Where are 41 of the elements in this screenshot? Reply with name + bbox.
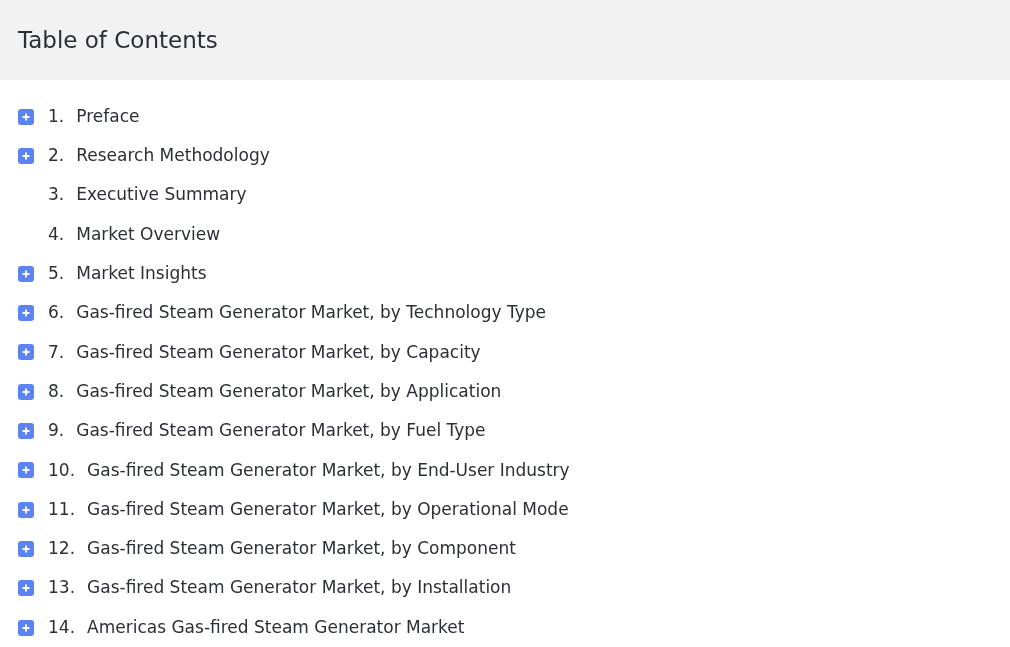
item-number: 4. (48, 222, 65, 246)
item-number: 8. (48, 379, 65, 403)
expand-icon[interactable] (18, 423, 34, 439)
expand-icon[interactable] (18, 540, 34, 557)
item-number: 1. (48, 104, 65, 128)
toc-link[interactable]: Gas-fired Steam Generator Market, by Installation (87, 575, 512, 601)
toc-link[interactable]: Gas-fired Steam Generator Market, by Capacity (76, 339, 481, 366)
toc-link[interactable]: Gas-fired Steam Generator Market, by Technology Type (76, 300, 546, 326)
item-number: 7. (48, 340, 65, 364)
toc-link[interactable]: Gas-fired Steam Generator Market, by End-User Industry (87, 457, 570, 484)
expand-icon[interactable] (18, 265, 34, 282)
item-number: 5. (48, 262, 65, 286)
toc-link[interactable]: Preface (76, 103, 140, 130)
item-number: 10. (48, 458, 76, 482)
item-number: 2. (48, 144, 65, 168)
item-number: 12. (48, 537, 76, 561)
item-number: 14. (48, 615, 76, 639)
expand-icon[interactable] (18, 501, 34, 518)
expand-icon[interactable] (18, 344, 34, 361)
expand-icon[interactable] (18, 383, 34, 400)
toc-link[interactable]: Gas-fired Steam Generator Market, by Fuel Type (76, 418, 486, 444)
toc-link[interactable]: Executive Summary (76, 182, 247, 208)
toc-link[interactable]: Market Insights (76, 261, 207, 287)
toc-link[interactable]: Research Methodology (76, 143, 270, 169)
item-number: 11. (48, 497, 76, 521)
toc-link[interactable]: Gas-fired Steam Generator Market, by Component (87, 536, 516, 562)
page-title: Table of Contents (18, 25, 218, 55)
expand-icon[interactable] (18, 305, 34, 322)
expand-icon[interactable] (18, 108, 34, 125)
expand-icon[interactable] (18, 619, 34, 636)
item-number: 13. (48, 576, 76, 600)
toc-link[interactable]: Gas-fired Steam Generator Market, by Operational Mode (87, 496, 569, 523)
expand-icon[interactable] (18, 462, 34, 479)
expand-icon[interactable] (18, 580, 34, 597)
expand-icon[interactable] (18, 147, 34, 164)
toc-link[interactable]: Americas Gas-fired Steam Generator Market (87, 614, 465, 641)
item-number: 6. (48, 301, 65, 325)
item-number: 3. (48, 183, 65, 207)
item-number: 9. (48, 419, 65, 443)
toc-link[interactable]: Market Overview (76, 221, 221, 248)
toc-link[interactable]: Gas-fired Steam Generator Market, by Application (76, 378, 502, 405)
